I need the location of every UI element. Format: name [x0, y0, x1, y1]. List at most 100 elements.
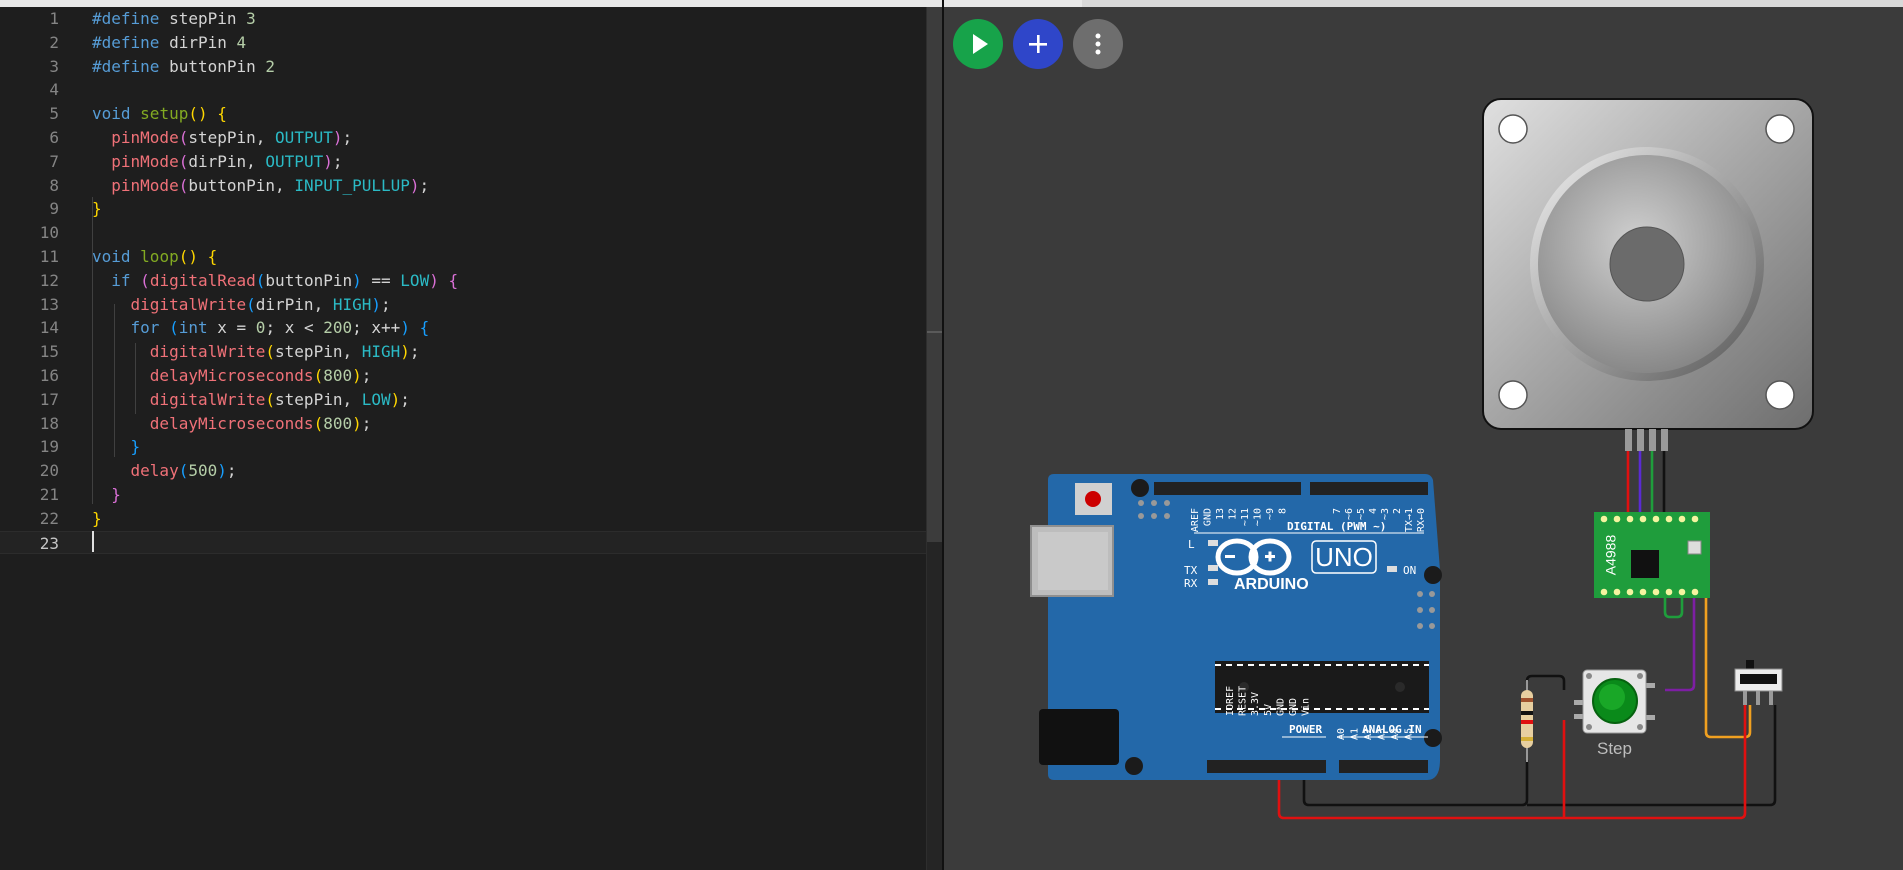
power-label: POWER	[1289, 723, 1322, 736]
pin-label: RESET	[1238, 686, 1249, 716]
line-number: 13	[39, 294, 59, 314]
line-text[interactable]: digitalWrite(stepPin, HIGH);	[92, 340, 420, 364]
code-line[interactable]: 22}	[0, 507, 926, 531]
code-line[interactable]: 18 delayMicroseconds(800);	[0, 412, 926, 436]
pin-label: 4	[1368, 508, 1379, 514]
pin-label: RX←0	[1416, 508, 1427, 532]
code-line[interactable]: 17 digitalWrite(stepPin, LOW);	[0, 388, 926, 412]
line-number: 10	[39, 223, 59, 243]
line-number: 5	[49, 104, 59, 124]
pin-label: 5V	[1263, 704, 1274, 716]
pin-label: AREF	[1190, 508, 1201, 532]
pin-label: 7	[1332, 508, 1343, 514]
code-line[interactable]: 16 delayMicroseconds(800);	[0, 364, 926, 388]
line-text[interactable]: digitalWrite(dirPin, HIGH);	[92, 293, 391, 317]
line-text[interactable]: void loop() {	[92, 245, 217, 269]
led-tx-label: TX	[1184, 564, 1198, 577]
line-number: 15	[39, 342, 59, 362]
line-number: 19	[39, 437, 59, 457]
line-number: 3	[49, 56, 59, 76]
line-text[interactable]: }	[92, 197, 102, 221]
arduino-uno-board[interactable]: ARDUINO UNO L TX RX ON DIGITAL (PWM ~) P…	[1030, 474, 1442, 780]
simulation-canvas[interactable]: A4988 ARDUINO UNO L TX RX ON DIGITAL (PW…	[944, 0, 1903, 870]
code-line[interactable]: 23	[0, 530, 926, 555]
code-editor[interactable]: 1 #define stepPin 3 2 #define dirPin 4 3 #def…	[0, 0, 942, 870]
led-l-label: L	[1188, 538, 1195, 551]
line-number: 18	[39, 413, 59, 433]
editor-tab-strip	[0, 0, 942, 7]
button-label: Step	[1597, 739, 1632, 758]
line-text[interactable]: }	[92, 507, 102, 531]
pin-label: ~6	[1344, 508, 1355, 520]
text-cursor	[92, 531, 94, 552]
line-text[interactable]: digitalWrite(stepPin, LOW);	[92, 388, 410, 412]
code-line[interactable]: 11 void loop() {	[0, 245, 926, 269]
pin-label: IOREF	[1225, 686, 1236, 716]
line-text[interactable]: void setup() {	[92, 102, 227, 126]
pin-label: A2	[1363, 728, 1374, 740]
line-number: 9	[49, 199, 59, 219]
pin-label: ~3	[1380, 508, 1391, 520]
code-line[interactable]: 15 digitalWrite(stepPin, HIGH);	[0, 340, 926, 364]
led-on-label: ON	[1403, 564, 1416, 577]
circuit-diagram[interactable]: A4988 ARDUINO UNO L TX RX ON DIGITAL (PW…	[944, 0, 1903, 870]
code-lines[interactable]: 1 #define stepPin 3 2 #define dirPin 4 3 #def…	[0, 7, 926, 555]
code-line[interactable]: 20 delay(500);	[0, 459, 926, 483]
line-text[interactable]: for (int x = 0; x < 200; x++) {	[92, 316, 430, 340]
pin-label: ~5	[1356, 508, 1367, 520]
line-text[interactable]: pinMode(buttonPin, INPUT_PULLUP);	[92, 174, 429, 198]
line-text[interactable]: if (digitalRead(buttonPin) == LOW) {	[92, 269, 458, 293]
line-text[interactable]: pinMode(dirPin, OUTPUT);	[92, 150, 342, 174]
pin-label: ~11	[1240, 508, 1251, 526]
line-text[interactable]: pinMode(stepPin, OUTPUT);	[92, 126, 352, 150]
code-line[interactable]: 7 pinMode(dirPin, OUTPUT);	[0, 150, 926, 174]
line-text[interactable]: delayMicroseconds(800);	[92, 412, 372, 436]
code-line[interactable]: 9}	[0, 197, 926, 221]
line-text[interactable]: #define dirPin 4	[92, 31, 246, 55]
line-number: 4	[49, 80, 59, 100]
code-line[interactable]: 2 #define dirPin 4	[0, 31, 926, 55]
line-text[interactable]: #define buttonPin 2	[92, 55, 275, 79]
line-number: 21	[39, 484, 59, 504]
line-number: 11	[39, 246, 59, 266]
code-line[interactable]: 13 digitalWrite(dirPin, HIGH);	[0, 293, 926, 317]
stepper-motor[interactable]	[1482, 98, 1814, 451]
arduino-text: ARDUINO	[1234, 576, 1309, 593]
code-line[interactable]: 6 pinMode(stepPin, OUTPUT);	[0, 126, 926, 150]
code-line[interactable]: 1 #define stepPin 3	[0, 7, 926, 31]
editor-scrollbar-thumb[interactable]	[927, 7, 942, 542]
line-text[interactable]: }	[92, 483, 121, 507]
code-line[interactable]: 3 #define buttonPin 2	[0, 55, 926, 79]
resistor[interactable]	[1521, 680, 1533, 762]
line-number: 22	[39, 508, 59, 528]
indent-guide	[114, 304, 115, 457]
code-line[interactable]: 4	[0, 78, 926, 102]
slide-switch[interactable]	[1734, 660, 1783, 705]
code-line[interactable]: 21 }	[0, 483, 926, 507]
code-line[interactable]: 12 if (digitalRead(buttonPin) == LOW) {	[0, 269, 926, 293]
pin-label: ~9	[1265, 508, 1276, 520]
code-line[interactable]: 10	[0, 221, 926, 245]
pin-label: TX→1	[1404, 508, 1415, 532]
line-number: 2	[49, 32, 59, 52]
line-text[interactable]: }	[92, 435, 141, 459]
pin-label: ~10	[1253, 508, 1264, 526]
line-text[interactable]: #define stepPin 3	[92, 7, 256, 31]
line-number: 20	[39, 461, 59, 481]
pin-label: A1	[1350, 728, 1361, 740]
pin-label: GND	[1203, 508, 1214, 526]
line-number: 17	[39, 389, 59, 409]
line-text[interactable]: delayMicroseconds(800);	[92, 364, 372, 388]
line-number: 6	[49, 127, 59, 147]
step-pushbutton[interactable]	[1574, 669, 1655, 734]
a4988-driver[interactable]: A4988	[1594, 512, 1710, 598]
pin-label: Vin	[1301, 698, 1312, 716]
code-line[interactable]: 14 for (int x = 0; x < 200; x++) {	[0, 316, 926, 340]
pin-label: GND	[1275, 698, 1286, 716]
pin-label: A0	[1336, 728, 1347, 740]
code-line[interactable]: 19 }	[0, 435, 926, 459]
code-line[interactable]: 5 void setup() {	[0, 102, 926, 126]
pin-label: 3.3V	[1250, 692, 1261, 716]
code-line[interactable]: 8 pinMode(buttonPin, INPUT_PULLUP);	[0, 174, 926, 198]
line-text[interactable]: delay(500);	[92, 459, 237, 483]
